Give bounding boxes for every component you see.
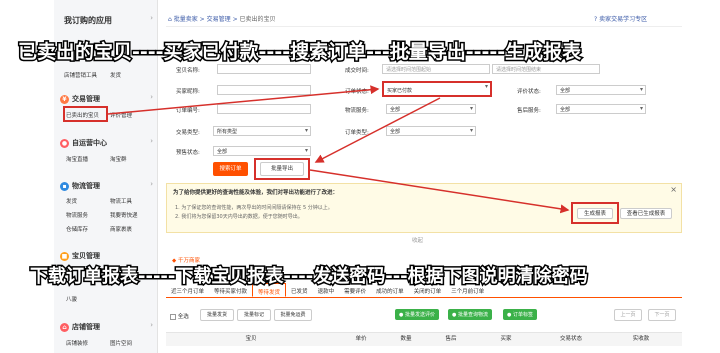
arrow-to-export [314,97,441,163]
overlay-caption-top: 已卖出的宝贝----买家已付款----搜索订单---批量导出-----生成报表 [16,40,582,65]
arrow-to-status [107,85,380,115]
arrow-to-generate [309,169,570,214]
page: 我订购的应用 › 店铺营销工具 发货 ¥ 交易管理 › 已卖出的宝贝 评价管理 … [0,0,720,353]
overlay-caption-bottom: 下载订单报表-----下载宝贝报表----发送密码---根据下图说明清除密码 [29,265,590,289]
